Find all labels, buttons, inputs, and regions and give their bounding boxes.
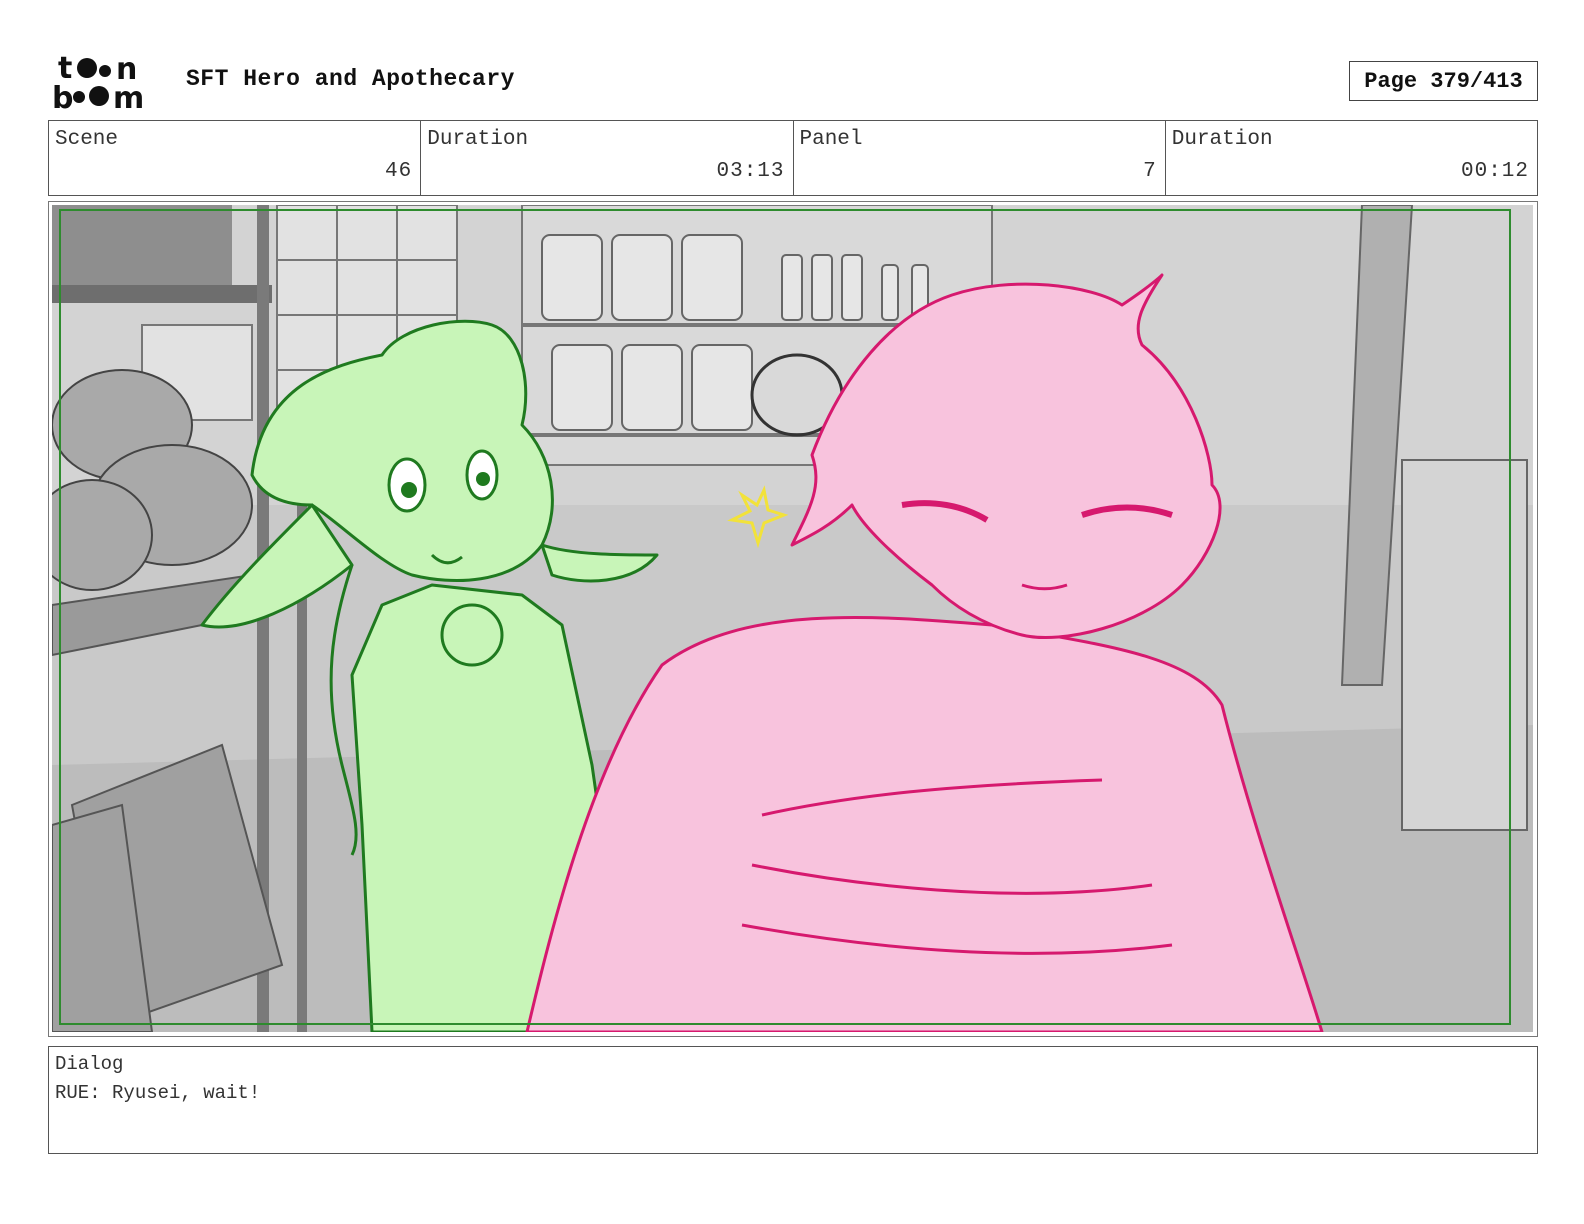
panel-cell: Panel 7: [794, 121, 1166, 195]
scene-cell: Scene 46: [49, 121, 422, 195]
scene-label: Scene: [55, 128, 119, 151]
svg-text:b: b: [52, 81, 73, 112]
page-number: Page 379/413: [1349, 61, 1538, 101]
dialog-box: Dialog RUE: Ryusei, wait!: [48, 1046, 1538, 1154]
scene-duration-cell: Duration 03:13: [421, 121, 794, 195]
toon-boom-logo: t n b m: [52, 51, 144, 112]
scene-duration-label: Duration: [427, 128, 529, 151]
panel-value: 7: [1143, 160, 1157, 183]
storyboard-panel: [48, 201, 1538, 1037]
panel-label: Panel: [799, 128, 863, 151]
panel-duration-cell: Duration 00:12: [1166, 121, 1537, 195]
svg-text:m: m: [113, 81, 144, 112]
panel-artwork: [52, 205, 1533, 1032]
project-title: SFT Hero and Apothecary: [186, 66, 515, 92]
panel-duration-label: Duration: [1171, 128, 1273, 151]
scene-duration-value: 03:13: [716, 160, 785, 183]
dialog-text: RUE: Ryusei, wait!: [55, 1082, 261, 1104]
scene-info-table: Scene 46 Duration 03:13 Panel 7 Duration…: [48, 120, 1538, 196]
panel-duration-value: 00:12: [1460, 160, 1529, 183]
dialog-label: Dialog: [55, 1053, 124, 1075]
right-cabinet: [1401, 459, 1528, 831]
scene-value: 46: [385, 160, 413, 183]
